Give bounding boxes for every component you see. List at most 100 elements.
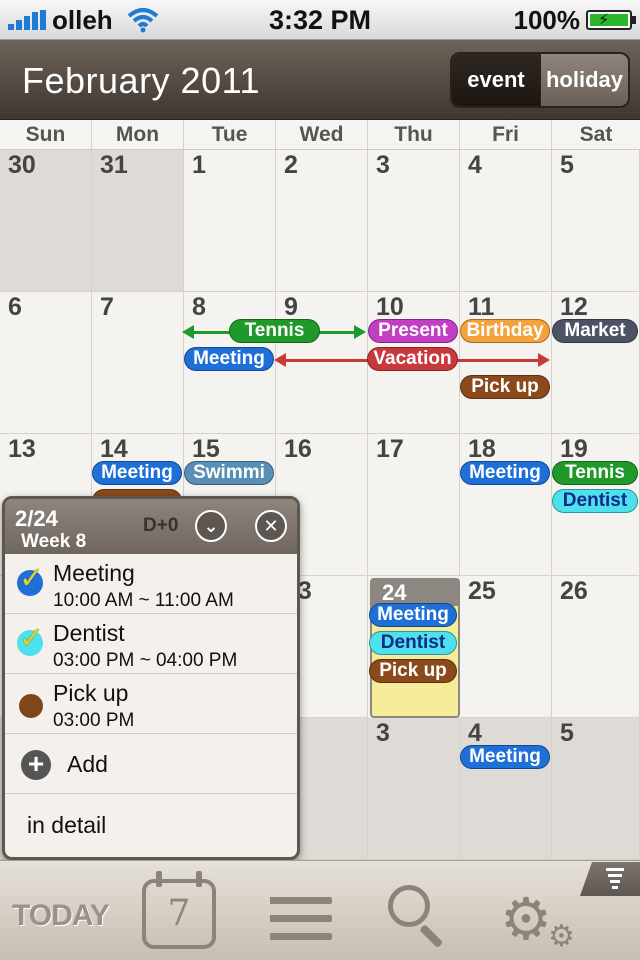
event-time: 03:00 PM ~ 04:00 PM (53, 650, 238, 671)
day-number: 30 (8, 151, 36, 179)
day-cell[interactable]: 6 (0, 292, 92, 434)
check-icon (17, 621, 44, 656)
day-cell[interactable]: 9 (276, 292, 368, 434)
day-number: 16 (284, 435, 312, 463)
in-detail-button[interactable]: in detail (5, 794, 297, 854)
calendar-header: February 2011 event holiday (0, 40, 640, 120)
weekday-label: Fri (460, 120, 552, 149)
bottom-toolbar: TODAY 7 ⚙ ⚙ (0, 860, 640, 960)
calendar-icon[interactable]: 7 (142, 871, 216, 949)
event-time: 10:00 AM ~ 11:00 AM (53, 590, 234, 611)
add-label: Add (67, 751, 108, 777)
day-number: 18 (468, 435, 496, 463)
calendar-day-number: 7 (167, 893, 191, 934)
day-number: 17 (376, 435, 404, 463)
vacation-arrow-left (274, 353, 286, 367)
weekday-label: Sun (0, 120, 92, 149)
day-number: 13 (8, 435, 36, 463)
day-number: 9 (284, 293, 298, 321)
tab-holiday[interactable]: holiday (539, 54, 628, 106)
weekday-label: Wed (276, 120, 368, 149)
event-tennis-8[interactable]: Tennis (229, 319, 320, 343)
event-color-dot (19, 694, 43, 718)
event-market-12[interactable]: Market (552, 319, 638, 343)
day-cell[interactable]: 4 (460, 718, 552, 860)
search-icon[interactable] (388, 885, 448, 949)
today-button[interactable]: TODAY (12, 899, 110, 933)
add-icon: + (21, 750, 51, 780)
day-number: 5 (560, 719, 574, 747)
day-number: 5 (560, 151, 574, 179)
day-cell[interactable]: 3 (368, 718, 460, 860)
event-pickup-24[interactable]: Pick up (369, 659, 457, 683)
day-cell[interactable]: 5 (552, 718, 640, 860)
day-number: 25 (468, 577, 496, 605)
day-cell[interactable]: 1 (184, 150, 276, 292)
day-cell[interactable]: 31 (92, 150, 184, 292)
popup-date: 2/24 (15, 506, 58, 531)
expand-button[interactable]: ⌄ (195, 510, 227, 542)
day-cell[interactable]: 18 (460, 434, 552, 576)
event-tennis-19[interactable]: Tennis (552, 461, 638, 485)
day-cell[interactable]: 3 (368, 150, 460, 292)
event-vacation[interactable]: Vacation (367, 347, 458, 371)
status-bar: olleh 3:32 PM 100% ⚡ (0, 0, 640, 40)
weekday-label: Thu (368, 120, 460, 149)
day-number: 1 (192, 151, 206, 179)
event-swimming-15[interactable]: Swimmi (184, 461, 274, 485)
event-meeting-24[interactable]: Meeting (369, 603, 457, 627)
day-number: 15 (192, 435, 220, 463)
gear-icon[interactable]: ⚙ (500, 885, 552, 953)
list-icon[interactable] (270, 897, 332, 941)
event-meeting-8[interactable]: Meeting (184, 347, 274, 371)
month-title: February 2011 (22, 60, 260, 101)
day-number: 31 (100, 151, 128, 179)
event-title: Pick up (53, 680, 129, 706)
day-number: 4 (468, 719, 482, 747)
day-number: 14 (100, 435, 128, 463)
popup-event-row[interactable]: Meeting 10:00 AM ~ 11:00 AM (5, 554, 297, 614)
tennis-arrow-left (182, 325, 194, 339)
close-button[interactable]: ✕ (255, 510, 287, 542)
day-cell[interactable]: 25 (460, 576, 552, 718)
event-title: Dentist (53, 620, 125, 646)
day-cell[interactable]: 7 (92, 292, 184, 434)
event-title: Meeting (53, 560, 135, 586)
day-cell[interactable]: 30 (0, 150, 92, 292)
day-popup: 2/24 Week 8 D+0 ⌄ ✕ Meeting 10:00 AM ~ 1… (2, 496, 300, 860)
event-dentist-24[interactable]: Dentist (369, 631, 457, 655)
event-meeting-mar4[interactable]: Meeting (460, 745, 550, 769)
popup-week: Week 8 (21, 531, 87, 552)
event-pickup-11[interactable]: Pick up (460, 375, 550, 399)
tab-event[interactable]: event (452, 54, 540, 106)
event-dentist-19[interactable]: Dentist (552, 489, 638, 513)
day-number: 4 (468, 151, 482, 179)
weekday-label: Tue (184, 120, 276, 149)
chevron-down-icon: ⌄ (203, 516, 219, 536)
day-cell[interactable]: 4 (460, 150, 552, 292)
event-meeting-18[interactable]: Meeting (460, 461, 550, 485)
weekday-label: Mon (92, 120, 184, 149)
battery-percent: 100% (513, 5, 581, 35)
event-meeting-14[interactable]: Meeting (92, 461, 182, 485)
gear-small-icon: ⚙ (548, 920, 575, 953)
day-cell[interactable]: 5 (552, 150, 640, 292)
day-number: 19 (560, 435, 588, 463)
day-number: 12 (560, 293, 588, 321)
day-cell[interactable]: 17 (368, 434, 460, 576)
popup-event-row[interactable]: Pick up 03:00 PM (5, 674, 297, 734)
add-event-button[interactable]: + Add (5, 734, 297, 794)
event-present-10[interactable]: Present (368, 319, 458, 343)
day-number: 7 (100, 293, 114, 321)
popup-dday: D+0 (143, 515, 179, 536)
day-cell[interactable]: 2 (276, 150, 368, 292)
day-cell[interactable]: 12 (552, 292, 640, 434)
event-time: 03:00 PM (53, 710, 135, 731)
popup-event-row[interactable]: Dentist 03:00 PM ~ 04:00 PM (5, 614, 297, 674)
weekday-label: Sat (579, 123, 613, 146)
day-cell[interactable]: 26 (552, 576, 640, 718)
day-number: 3 (376, 151, 390, 179)
tennis-arrow-right (354, 325, 366, 339)
event-birthday-11[interactable]: Birthday (460, 319, 550, 343)
weekday-header: Sun Mon Tue Wed Thu Fri Sat (0, 120, 640, 150)
